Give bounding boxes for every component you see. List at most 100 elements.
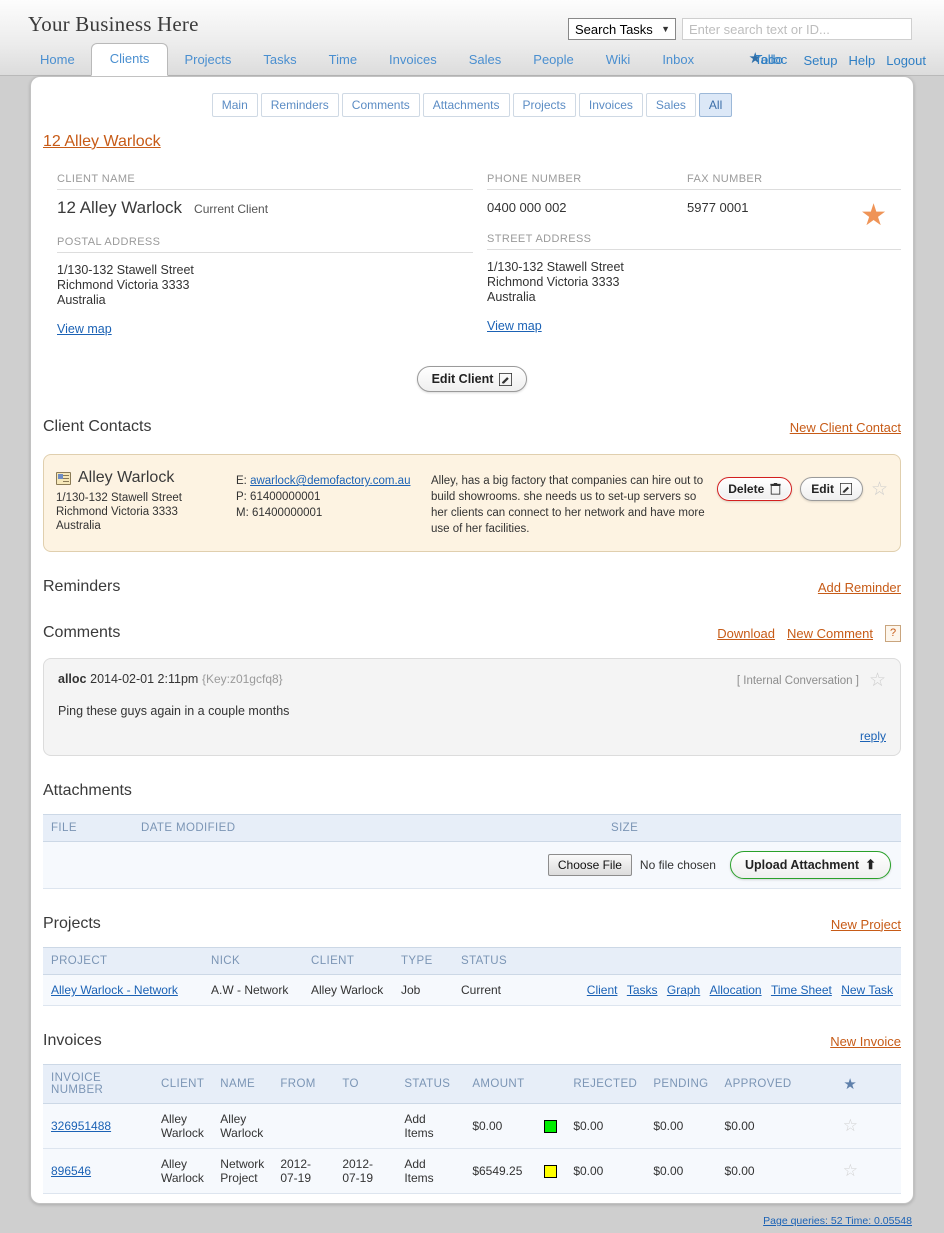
- nav-item-tasks[interactable]: Tasks: [247, 44, 312, 76]
- contact-note: Alley, has a big factory that companies …: [431, 469, 717, 537]
- project-link-time-sheet[interactable]: Time Sheet: [771, 983, 832, 997]
- todo-user-cluster[interactable]: ★ Todo alloc: [739, 51, 793, 69]
- invoice-number-link[interactable]: 896546: [51, 1164, 91, 1178]
- attachments-col-date-modified: DATE MODIFIED: [133, 815, 603, 842]
- invoices-col-rejected: REJECTED: [565, 1065, 645, 1104]
- invoice-client: Alley Warlock: [153, 1149, 212, 1194]
- invoices-col-client: CLIENT: [153, 1065, 212, 1104]
- invoice-favourite-star-icon[interactable]: ☆: [843, 1116, 858, 1135]
- edit-client-button[interactable]: Edit Client: [417, 366, 528, 392]
- comment-date: 2014-02-01 2:11pm: [90, 672, 198, 686]
- section-tabs: Main Reminders Comments Attachments Proj…: [31, 77, 913, 117]
- contact-channels: E: awarlock@demofactory.com.au P: 614000…: [236, 469, 431, 521]
- postal-address-value: 1/130-132 Stawell Street Richmond Victor…: [57, 263, 473, 308]
- comments-help-icon[interactable]: ?: [885, 625, 901, 642]
- nav-item-logout[interactable]: Logout: [886, 53, 926, 68]
- project-link-tasks[interactable]: Tasks: [627, 983, 658, 997]
- postal-view-map-link[interactable]: View map: [57, 322, 112, 336]
- invoice-approved: $0.00: [717, 1149, 800, 1194]
- invoice-favourite-star-icon[interactable]: ☆: [843, 1161, 858, 1180]
- new-comment-link[interactable]: New Comment: [787, 626, 873, 641]
- favourite-star-icon[interactable]: ★: [860, 201, 887, 231]
- client-title-link[interactable]: 12 Alley Warlock: [43, 133, 161, 151]
- project-link-new-task[interactable]: New Task: [841, 983, 893, 997]
- top-header-bar: Your Business Here Search Tasks ▼: [0, 0, 944, 44]
- invoices-table-header-row: INVOICE NUMBER CLIENT NAME FROM TO STATU…: [43, 1065, 901, 1104]
- current-user-label[interactable]: alloc: [761, 52, 788, 67]
- contact-mobile: M: 61400000001: [236, 505, 431, 521]
- street-view-map-link[interactable]: View map: [487, 319, 542, 333]
- main-navigation: Home Clients Projects Tasks Time Invoice…: [0, 44, 944, 76]
- invoices-col-pending: PENDING: [645, 1065, 716, 1104]
- new-project-link[interactable]: New Project: [831, 917, 901, 932]
- new-client-contact-link[interactable]: New Client Contact: [790, 420, 901, 435]
- client-name-value: 12 Alley Warlock: [57, 198, 182, 218]
- nav-item-people[interactable]: People: [517, 44, 589, 76]
- contact-name: Alley Warlock: [78, 469, 174, 487]
- nav-item-wiki[interactable]: Wiki: [590, 44, 647, 76]
- contact-favourite-star-icon[interactable]: ☆: [871, 480, 888, 499]
- nav-item-setup[interactable]: Setup: [804, 53, 838, 68]
- table-row: 896546 Alley Warlock Network Project 201…: [43, 1149, 901, 1194]
- upload-attachment-button[interactable]: Upload Attachment ⬆: [730, 851, 891, 879]
- projects-col-nick: NICK: [203, 948, 303, 975]
- tab-invoices[interactable]: Invoices: [579, 93, 643, 117]
- download-comments-link[interactable]: Download: [717, 626, 775, 641]
- tab-attachments[interactable]: Attachments: [423, 93, 510, 117]
- search-scope-select[interactable]: Search Tasks ▼: [568, 18, 676, 40]
- edit-client-label: Edit Client: [432, 372, 494, 386]
- fax-number-label: FAX NUMBER: [687, 173, 901, 190]
- global-search: Search Tasks ▼: [568, 18, 912, 40]
- tab-projects[interactable]: Projects: [513, 93, 576, 117]
- comments-title: Comments: [43, 624, 120, 642]
- tab-sales[interactable]: Sales: [646, 93, 696, 117]
- projects-header: Projects New Project: [43, 915, 901, 935]
- search-input[interactable]: [682, 18, 912, 40]
- projects-col-type: TYPE: [393, 948, 453, 975]
- pencil-edit-icon: [499, 373, 512, 386]
- nav-item-invoices[interactable]: Invoices: [373, 44, 453, 76]
- delete-contact-button[interactable]: Delete: [717, 477, 792, 501]
- invoices-col-name: NAME: [212, 1065, 272, 1104]
- nav-item-home[interactable]: Home: [24, 44, 91, 76]
- invoice-client: Alley Warlock: [153, 1104, 212, 1149]
- choose-file-button[interactable]: Choose File: [548, 854, 632, 876]
- nav-item-projects[interactable]: Projects: [168, 44, 247, 76]
- invoice-amount: $6549.25: [464, 1149, 536, 1194]
- new-invoice-link[interactable]: New Invoice: [830, 1034, 901, 1049]
- invoice-amount: $0.00: [464, 1104, 536, 1149]
- invoice-status-swatch: [544, 1120, 557, 1133]
- attachments-header: Attachments: [43, 782, 901, 802]
- tab-all[interactable]: All: [699, 93, 732, 117]
- comment-reply-link[interactable]: reply: [860, 729, 886, 743]
- nav-item-clients[interactable]: Clients: [91, 43, 169, 76]
- invoices-col-flag: [536, 1065, 565, 1104]
- invoice-name: Alley Warlock: [212, 1104, 272, 1149]
- file-picker[interactable]: Choose File No file chosen: [548, 854, 716, 876]
- add-reminder-link[interactable]: Add Reminder: [818, 580, 901, 595]
- tab-reminders[interactable]: Reminders: [261, 93, 339, 117]
- project-link-graph[interactable]: Graph: [667, 983, 700, 997]
- invoice-number-link[interactable]: 326951488: [51, 1119, 111, 1133]
- contact-email-link[interactable]: awarlock@demofactory.com.au: [250, 475, 410, 487]
- contact-phone: P: 61400000001: [236, 489, 431, 505]
- nav-item-time[interactable]: Time: [313, 44, 373, 76]
- invoices-col-favourite-star-icon[interactable]: ★: [843, 1076, 857, 1093]
- projects-table-header-row: PROJECT NICK CLIENT TYPE STATUS: [43, 948, 901, 975]
- tab-main[interactable]: Main: [212, 93, 258, 117]
- invoices-table: INVOICE NUMBER CLIENT NAME FROM TO STATU…: [43, 1064, 901, 1194]
- project-link-client[interactable]: Client: [587, 983, 618, 997]
- tab-comments[interactable]: Comments: [342, 93, 420, 117]
- nav-left-group: Home Clients Projects Tasks Time Invoice…: [24, 44, 710, 76]
- nav-item-help[interactable]: Help: [848, 53, 875, 68]
- invoice-name: Network Project: [212, 1149, 272, 1194]
- brand-title: Your Business Here: [28, 12, 199, 37]
- edit-contact-button[interactable]: Edit: [800, 477, 863, 501]
- nav-item-inbox[interactable]: Inbox: [646, 44, 710, 76]
- invoice-status: Add Items: [396, 1149, 464, 1194]
- project-name-link[interactable]: Alley Warlock - Network: [51, 983, 178, 997]
- comment-favourite-star-icon[interactable]: ☆: [869, 671, 886, 690]
- project-link-allocation[interactable]: Allocation: [710, 983, 762, 997]
- nav-item-sales[interactable]: Sales: [453, 44, 518, 76]
- page-stats-note[interactable]: Page queries: 52 Time: 0.05548: [763, 1215, 912, 1227]
